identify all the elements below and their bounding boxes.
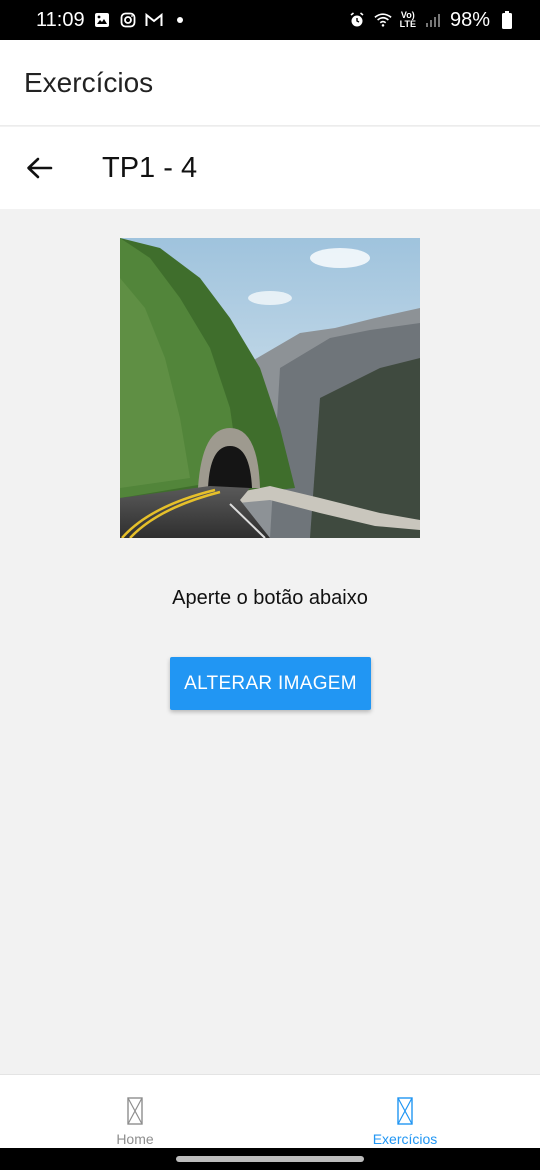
instruction-text: Aperte o botão abaixo: [172, 587, 368, 609]
app-bar: Exercícios: [0, 40, 540, 126]
status-time: 11:09: [36, 8, 85, 31]
bottom-navigation: Home Exercícios: [0, 1074, 540, 1149]
home-gesture-handle[interactable]: [176, 1156, 364, 1162]
status-bar: 11:09 Vo) LTE 98%: [0, 0, 540, 40]
gallery-icon: [93, 11, 111, 29]
signal-icon: [424, 11, 442, 29]
tab-home-label: Home: [116, 1131, 154, 1147]
system-navigation-bar: [0, 1148, 540, 1170]
tab-exercicios[interactable]: Exercícios: [270, 1075, 540, 1149]
landscape-image: [120, 238, 420, 538]
main-content: Aperte o botão abaixo ALTERAR IMAGEM: [0, 209, 540, 1074]
battery-percentage: 98%: [449, 8, 490, 31]
back-button[interactable]: [24, 153, 54, 183]
wifi-icon: [374, 11, 392, 29]
exercicios-tab-icon: [397, 1097, 413, 1125]
home-tab-icon: [127, 1097, 143, 1125]
screen-title: TP1 - 4: [102, 151, 198, 184]
screen-header: TP1 - 4: [0, 127, 540, 209]
arrow-back-icon: [27, 157, 53, 179]
instagram-icon: [119, 11, 137, 29]
more-notifications-icon: [176, 17, 183, 23]
gmail-icon: [145, 11, 163, 29]
alarm-icon: [348, 11, 366, 29]
change-image-button[interactable]: ALTERAR IMAGEM: [170, 657, 371, 710]
tab-home[interactable]: Home: [0, 1075, 270, 1149]
tab-exercicios-label: Exercícios: [372, 1131, 438, 1147]
app-title: Exercícios: [24, 66, 154, 98]
volte-indicator: Vo) LTE: [399, 10, 416, 29]
battery-icon: [498, 11, 516, 29]
